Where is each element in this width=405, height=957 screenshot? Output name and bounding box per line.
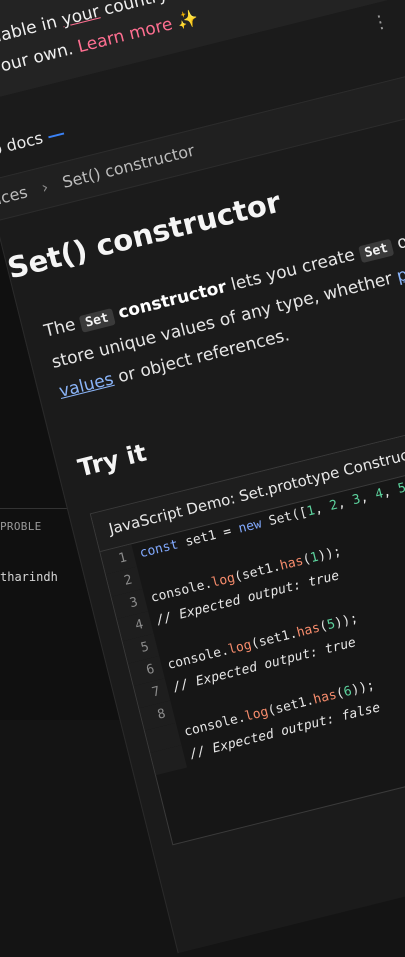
sparkle-icon: ✨ xyxy=(174,7,201,33)
panel-divider xyxy=(0,508,70,509)
brand-label: web docs xyxy=(0,128,45,165)
site-brand[interactable]: web docs xyxy=(0,123,66,165)
banner-text-underlined: your xyxy=(59,1,102,31)
chevron-right-icon: › xyxy=(39,177,51,198)
terminal-prompt: tharindh xyxy=(0,570,58,584)
inline-code: Set xyxy=(357,238,395,264)
kebab-icon[interactable]: · · · xyxy=(374,6,388,39)
inline-code: Set xyxy=(78,308,116,333)
brand-underline xyxy=(48,131,65,138)
problems-tab[interactable]: PROBLE xyxy=(0,520,42,533)
try-it-heading: Try it xyxy=(75,438,150,483)
desc-text: The xyxy=(42,313,83,342)
browser-page: w available in your country! Su ke it yo… xyxy=(0,0,405,954)
page-surface: w available in your country! Su ke it yo… xyxy=(0,0,405,954)
breadcrumb-item[interactable]: rences xyxy=(0,182,29,213)
